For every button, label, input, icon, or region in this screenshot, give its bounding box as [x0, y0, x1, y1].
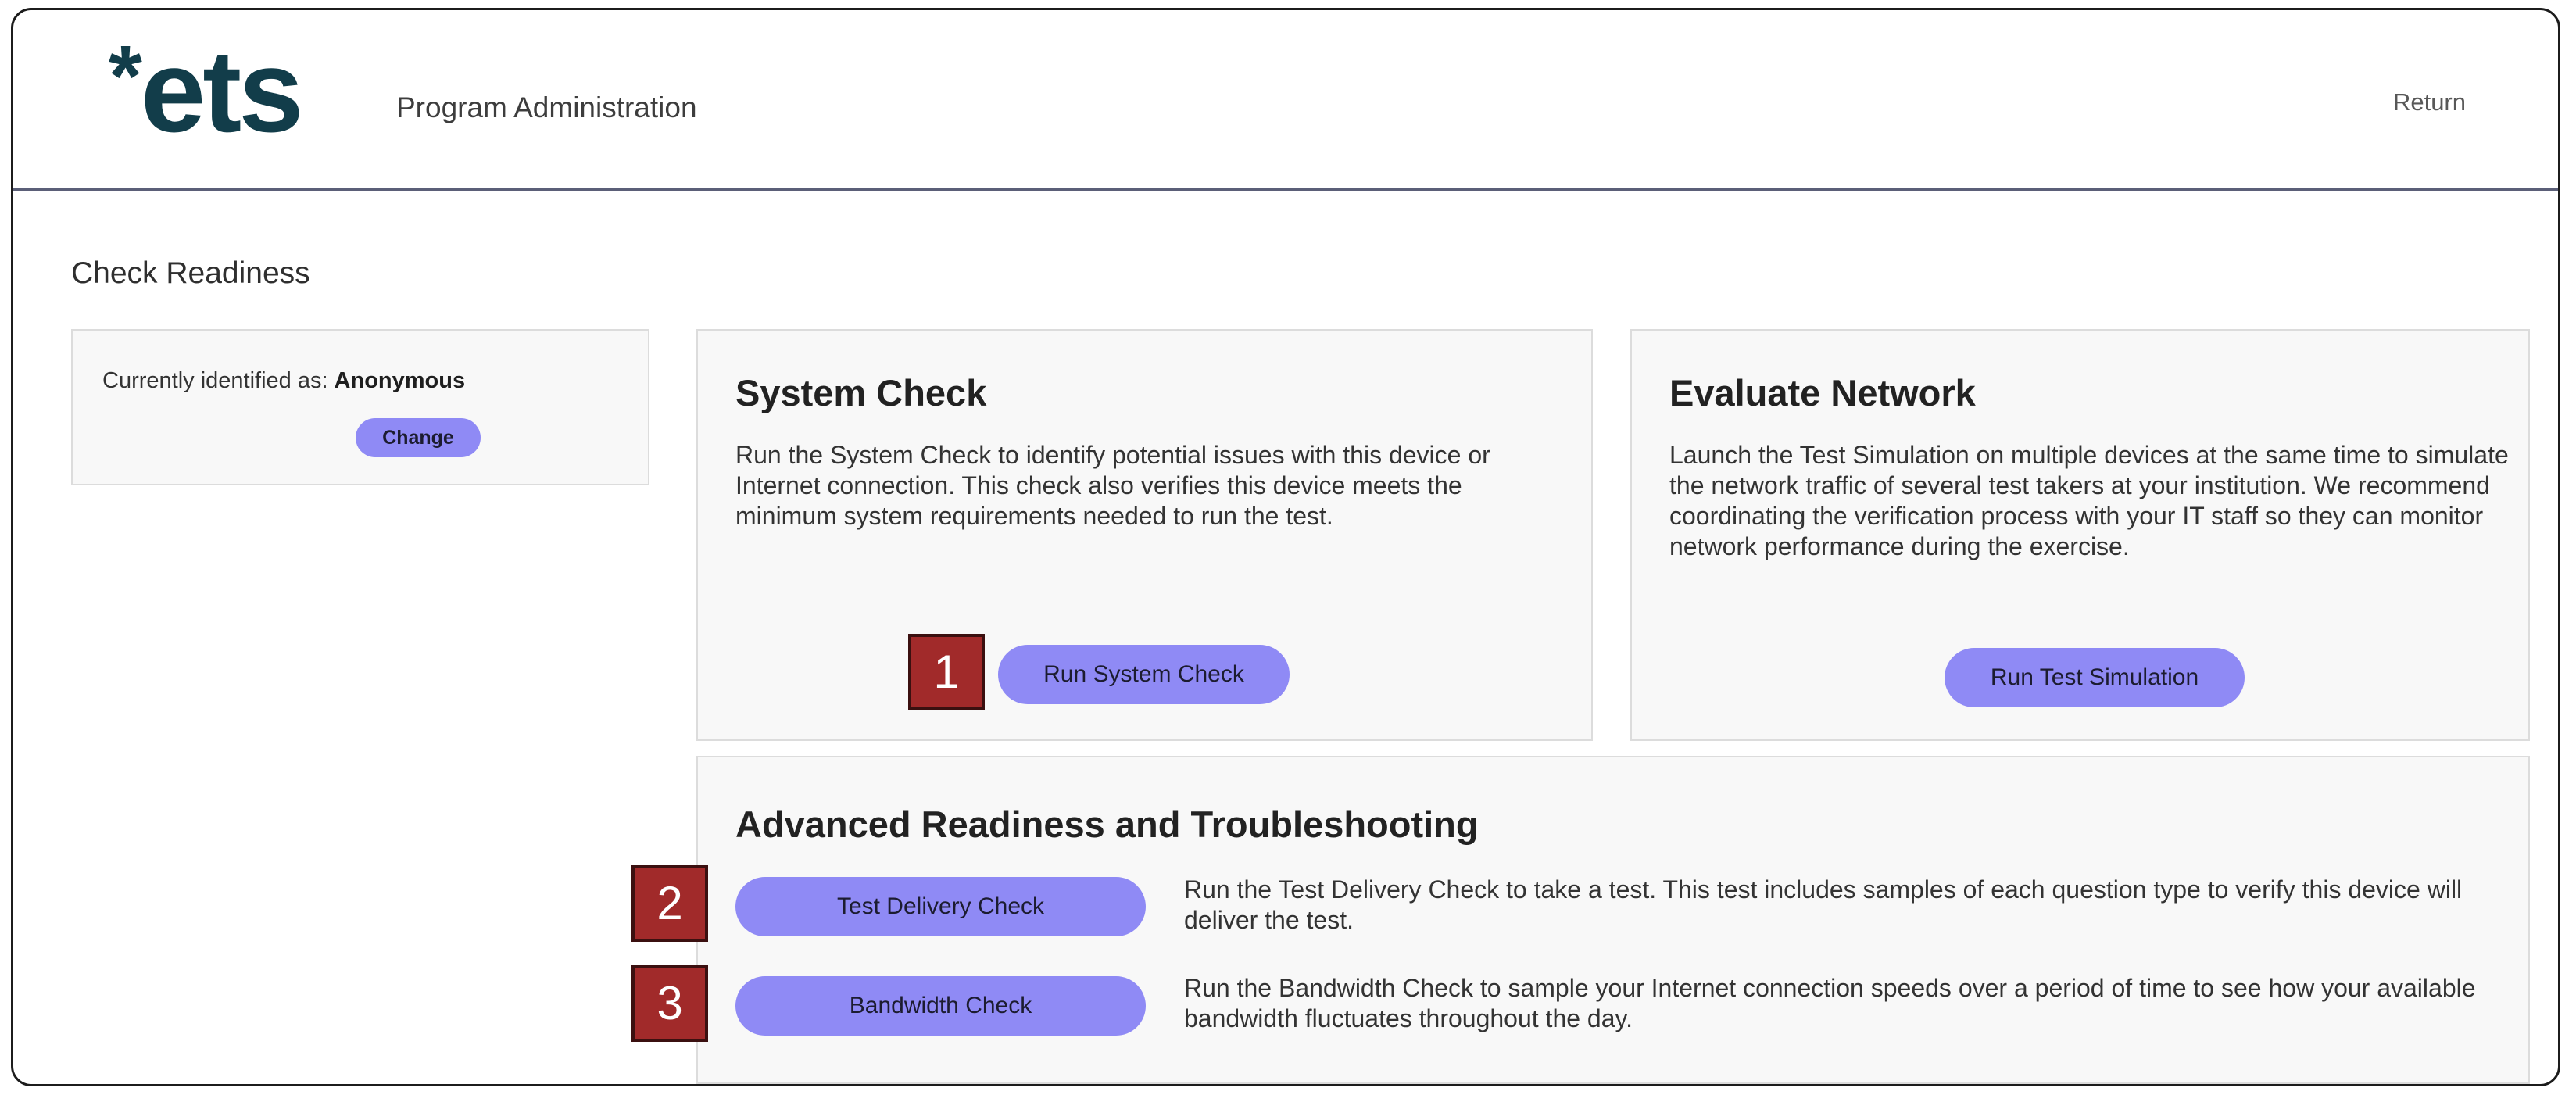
advanced-readiness-card: Advanced Readiness and Troubleshooting T…	[696, 756, 2530, 1084]
step-marker-3: 3	[631, 965, 708, 1042]
advanced-readiness-title: Advanced Readiness and Troubleshooting	[735, 803, 1479, 845]
system-check-description: Run the System Check to identify potenti…	[735, 441, 1490, 530]
ets-logo[interactable]: * ets	[109, 24, 304, 157]
step-marker-2: 2	[631, 865, 708, 942]
step-marker-1: 1	[908, 634, 985, 710]
bandwidth-check-description: Run the Bandwidth Check to sample your I…	[1184, 974, 2476, 1032]
logo-text: ets	[140, 25, 304, 156]
top-header: * ets Program Administration Return	[13, 10, 2558, 191]
screenshot-frame: * ets Program Administration Return Chec…	[11, 8, 2560, 1086]
system-check-title: System Check	[735, 372, 987, 413]
identity-value: Anonymous	[334, 368, 466, 393]
page-title: Check Readiness	[71, 256, 310, 290]
bandwidth-check-button[interactable]: Bandwidth Check	[735, 976, 1146, 1036]
evaluate-network-title: Evaluate Network	[1669, 372, 1976, 413]
identity-text: Currently identified as: Anonymous	[102, 368, 465, 394]
test-delivery-check-button[interactable]: Test Delivery Check	[735, 877, 1146, 936]
change-identity-button[interactable]: Change	[356, 418, 481, 457]
evaluate-network-card: Evaluate Network Launch the Test Simulat…	[1630, 329, 2530, 741]
logo-star-icon: *	[109, 28, 142, 124]
test-delivery-check-description: Run the Test Delivery Check to take a te…	[1184, 875, 2463, 934]
system-check-card: System Check Run the System Check to ide…	[696, 329, 1593, 741]
run-test-simulation-button[interactable]: Run Test Simulation	[1945, 648, 2245, 707]
program-administration-label: Program Administration	[396, 91, 697, 123]
run-system-check-button[interactable]: Run System Check	[998, 645, 1290, 704]
evaluate-network-description: Launch the Test Simulation on multiple d…	[1669, 441, 2509, 560]
identity-card: Currently identified as: Anonymous Change	[71, 329, 649, 485]
return-link[interactable]: Return	[2393, 88, 2466, 116]
identity-label: Currently identified as:	[102, 368, 328, 393]
